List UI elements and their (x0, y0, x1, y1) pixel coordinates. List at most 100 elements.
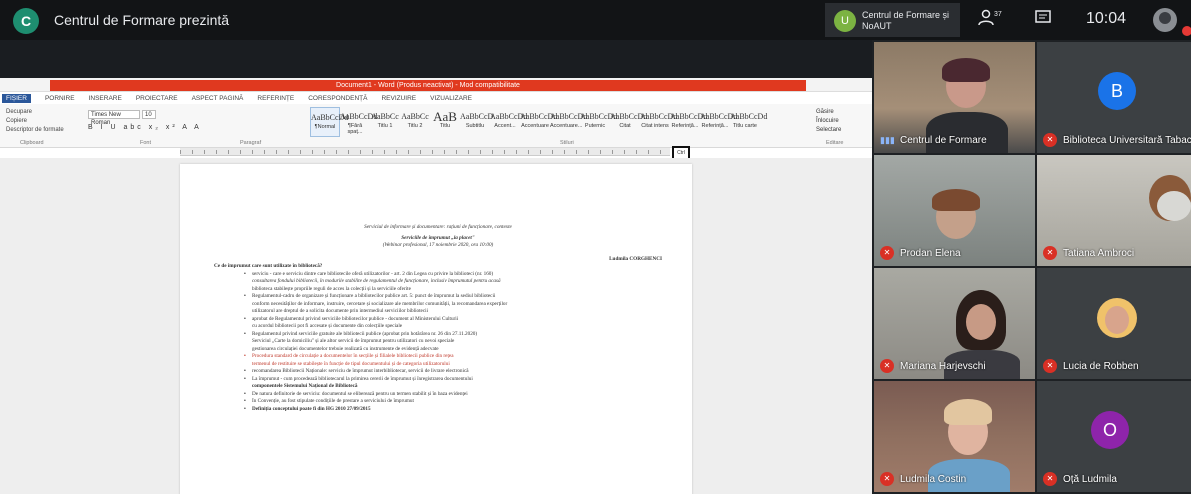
doc-author: Ludmila CORGHENCI (609, 255, 662, 262)
style-item[interactable]: AaBbCcDd Puternic (580, 107, 617, 137)
doc-continuation: conform necesităților de informare, inst… (252, 300, 508, 307)
participant-name: Centrul de Formare (900, 135, 987, 146)
doc-title: Serviciile de împrumut „la placet" (401, 234, 475, 241)
chip-text: Centrul de Formare și NoAUT (862, 10, 950, 31)
tab-references[interactable]: REFERINȚE (257, 95, 294, 102)
meeting-top-bar: C Centrul de Formare prezintă U Centrul … (0, 0, 1191, 40)
tab-home[interactable]: PORNIRE (45, 95, 75, 102)
word-title-bar: Document1 - Word (Produs neactivat) - Mo… (0, 78, 872, 92)
ribbon: Decupare Copiere Descriptor de formate T… (0, 104, 872, 148)
presenting-label: Centrul de Formare prezintă (54, 12, 230, 28)
participant-grid: ▮▮▮ Centrul de Formare B ✕ Biblioteca Un… (872, 40, 1191, 494)
participant-avatar: O (1091, 411, 1129, 449)
participant-chip-content[interactable]: U Centrul de Formare și NoAUT (830, 6, 960, 36)
group-label: Paragraf (240, 140, 262, 146)
participant-tile[interactable]: O ✕ Oță Ludmila (1037, 381, 1191, 492)
doc-continuation: utilizatorul are dreptul de a solicita d… (252, 308, 429, 314)
people-icon[interactable]: 37 (978, 8, 1002, 32)
presenter-avatar: C (13, 8, 39, 34)
group-label: Stiluri (560, 140, 574, 146)
format-buttons[interactable]: B I U abc x₂ x² A A (88, 124, 202, 131)
doc-continuation: componentele Sistemului Național de Bibl… (252, 383, 358, 389)
participant-tile[interactable]: ✕ Mariana Harjevschi (874, 268, 1035, 379)
chat-icon[interactable] (1034, 8, 1052, 30)
speaking-icon: ▮▮▮ (880, 135, 895, 145)
svg-text:37: 37 (994, 11, 1002, 18)
style-item[interactable]: AaBbCcDd ¶Normal (310, 107, 348, 137)
doc-continuation: cu acordul bibliotecii pot fi accesate ș… (252, 323, 403, 329)
doc-bullet: aprobat de Regulamentul privind servicii… (214, 316, 662, 324)
tab-design[interactable]: PROIECTARE (136, 95, 178, 102)
doc-date: (Webinar profesional, 17 noiembrie 2020,… (382, 242, 494, 248)
doc-continuation: termenul de restituire se stabilește în … (252, 360, 450, 367)
doc-continuation: consultarea fondului bibliotecii, în mod… (252, 278, 501, 284)
tab-review[interactable]: REVIZUIRE (381, 95, 416, 102)
style-item[interactable]: AaBbCcDd Referință... (670, 107, 707, 137)
style-item[interactable]: AaB Titlu (430, 107, 460, 137)
notification-dot (1182, 26, 1191, 36)
cut-button[interactable]: Decupare (6, 108, 64, 117)
style-item[interactable]: AaBbCcDd Citat intens (640, 107, 677, 137)
style-item[interactable]: AaBbCcDd Accentuare... (550, 107, 587, 137)
tab-layout[interactable]: ASPECT PAGINĂ (192, 95, 244, 102)
chip-avatar: U (834, 10, 856, 32)
mic-off-icon: ✕ (1043, 133, 1057, 147)
style-item[interactable]: AaBbCc Titlu 1 (370, 107, 400, 137)
group-label: Font (140, 140, 152, 146)
style-item[interactable]: AaBbCcDd Accentuare (520, 107, 557, 137)
editing-group: Găsire Înlocuire Selectare (816, 108, 841, 135)
mic-off-icon: ✕ (1043, 246, 1057, 260)
participant-tile[interactable]: ✕ Tatiana Ambroci (1037, 155, 1191, 266)
shared-screen: Document1 - Word (Produs neactivat) - Mo… (0, 78, 872, 494)
doc-continuation: Serviciul „Carte la domiciliu" și ale al… (252, 338, 455, 344)
doc-subtitle: Serviciul de informare și documentare: r… (364, 224, 512, 230)
clipboard-group: Decupare Copiere Descriptor de formate (6, 108, 64, 135)
font-size-select[interactable]: 10 (142, 110, 156, 119)
doc-bullet: În Convenție, au fost stipulate condiții… (214, 398, 662, 406)
participant-tile[interactable]: ✕ Prodan Elena (874, 155, 1035, 266)
style-item[interactable]: AaBbCcDd Titlu carte (730, 107, 767, 137)
doc-continuation: biblioteca stabilește propriile reguli d… (252, 285, 411, 292)
title-banner: Document1 - Word (Produs neactivat) - Mo… (50, 80, 806, 91)
document-page[interactable]: Serviciul de informare și documentare: r… (180, 164, 692, 494)
style-item[interactable]: AaBbCcDd ¶Fără spaț... (340, 107, 377, 137)
tab-view[interactable]: VIZUALIZARE (430, 95, 472, 102)
tab-mailings[interactable]: CORESPONDENȚĂ (308, 95, 367, 102)
self-avatar[interactable] (1153, 8, 1177, 32)
tab-insert[interactable]: INSERARE (89, 95, 122, 102)
format-painter-button[interactable]: Descriptor de formate (6, 126, 64, 135)
doc-continuation: gestionarea circulației documentelor tre… (252, 345, 439, 352)
find-button[interactable]: Găsire (816, 108, 841, 117)
mic-off-icon: ✕ (880, 472, 894, 486)
select-button[interactable]: Selectare (816, 126, 841, 135)
document-canvas: Serviciul de informare și documentare: r… (0, 158, 872, 494)
ribbon-tabs: FIȘIER PORNIRE INSERARE PROIECTARE ASPEC… (0, 92, 872, 104)
style-item[interactable]: AaBbCcDd Citat (610, 107, 647, 137)
font-name-select[interactable]: Times New Roman (88, 110, 140, 126)
replace-button[interactable]: Înlocuire (816, 117, 841, 126)
participant-tile[interactable]: ✕ Ludmila Costin (874, 381, 1035, 492)
participant-name: Biblioteca Universitară Tabacu (1063, 135, 1191, 146)
mic-off-icon: ✕ (1043, 359, 1057, 373)
ruler-ticks (180, 150, 670, 154)
style-item[interactable]: AaBbCcDd Accent... (490, 107, 527, 137)
participant-tile[interactable]: ▮▮▮ Centrul de Formare (874, 42, 1035, 153)
doc-bullet: La împrumut - cum procedează bibliotecar… (214, 376, 662, 384)
doc-bullet: recomandarea Bibliotecii Naționale: serv… (214, 368, 662, 376)
participant-name: Ludmila Costin (900, 474, 967, 485)
style-item[interactable]: AaBbCcDd Referință... (700, 107, 737, 137)
doc-question: Ce de împrumut care sunt utilizate în bi… (214, 263, 323, 269)
style-item[interactable]: AaBbCc Titlu 2 (400, 107, 430, 137)
tab-file[interactable]: FIȘIER (2, 93, 31, 103)
meeting-clock: 10:04 (1086, 10, 1127, 27)
mic-off-icon: ✕ (1043, 472, 1057, 486)
style-item[interactable]: AaBbCcD Subtitlu (460, 107, 493, 137)
doc-bullet: Definiția conceptului poate fi din HG 20… (214, 406, 662, 414)
copy-button[interactable]: Copiere (6, 117, 64, 126)
participant-name: Oță Ludmila (1063, 474, 1117, 485)
group-label: Editare (826, 140, 844, 146)
participant-tile[interactable]: B ✕ Biblioteca Universitară Tabacu (1037, 42, 1191, 153)
participant-tile[interactable]: ✕ Lucia de Robben (1037, 268, 1191, 379)
doc-bullet: Procedura standard de circulație a docum… (214, 353, 662, 361)
styles-gallery: AaBbCcDd ¶Normal AaBbCcDd ¶Fără spaț... Aa… (310, 107, 767, 137)
